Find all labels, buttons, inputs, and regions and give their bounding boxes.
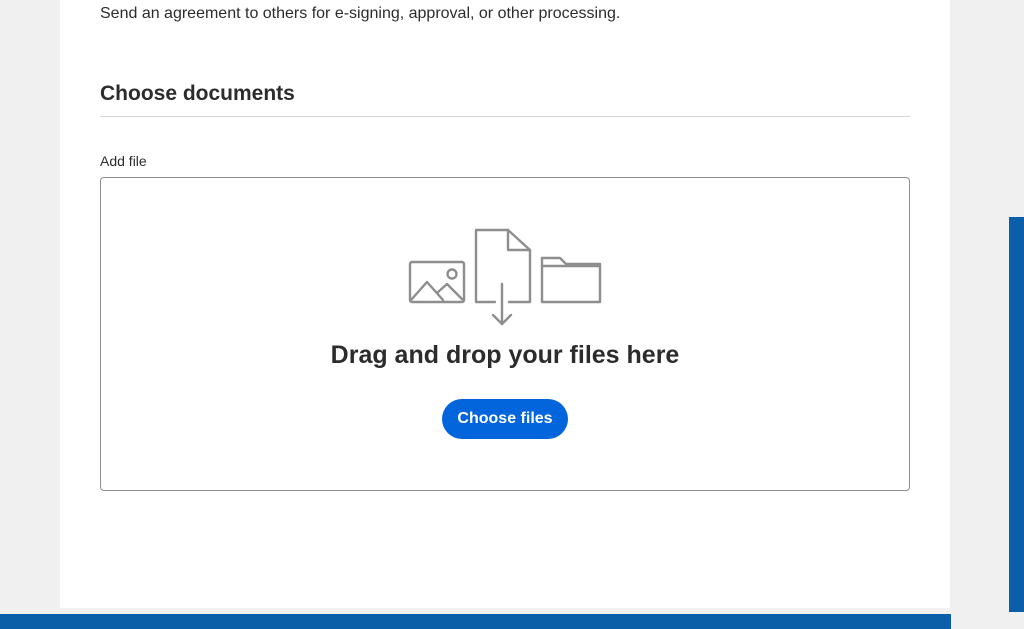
send-agreement-panel: Send an agreement to others for e-signin… — [60, 0, 950, 608]
file-download-icon — [474, 228, 532, 326]
section-title-choose-documents: Choose documents — [100, 82, 295, 105]
dropzone-title: Drag and drop your files here — [330, 341, 680, 369]
section-divider — [100, 116, 910, 117]
choose-files-button[interactable]: Choose files — [442, 399, 568, 439]
folder-icon — [540, 256, 602, 304]
page: Send an agreement to others for e-signin… — [0, 0, 1024, 629]
dropzone-illustration — [408, 228, 602, 326]
add-file-label: Add file — [100, 153, 147, 169]
image-icon — [408, 260, 466, 304]
side-scroll-bar[interactable] — [1009, 217, 1024, 612]
page-description: Send an agreement to others for e-signin… — [100, 5, 621, 22]
file-dropzone[interactable]: Drag and drop your files here Choose fil… — [100, 177, 910, 491]
bottom-brand-bar — [0, 614, 951, 629]
